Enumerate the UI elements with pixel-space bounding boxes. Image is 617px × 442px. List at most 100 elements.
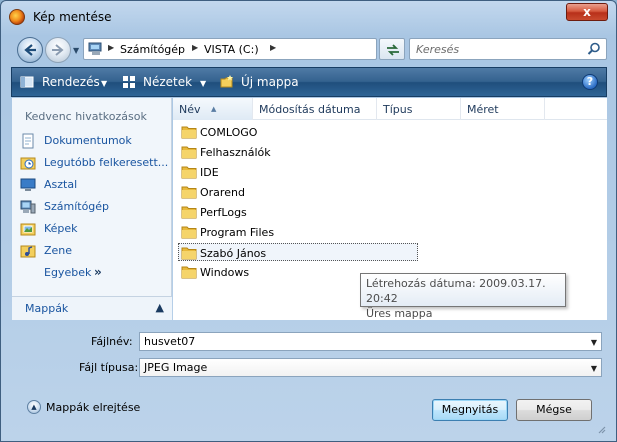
close-button[interactable]: x [566,3,608,21]
folder-icon [181,226,197,239]
folder-name: COMLOGO [200,126,258,139]
firefox-icon [9,9,25,25]
column-header-size[interactable]: Méret [461,98,545,120]
favorite-link-label: Képek [44,222,78,235]
column-header-type[interactable]: Típus [377,98,461,120]
music-icon [20,245,36,258]
folder-row[interactable]: Program Files [181,223,421,241]
chevron-up-icon: ▲ [155,301,164,314]
breadcrumb-separator-icon[interactable]: ▶ [270,43,276,52]
folders-label: Mappák [25,302,69,315]
folder-name: IDE [200,166,219,179]
pictures-icon [20,223,36,236]
favorite-link-pictures[interactable]: Képek [20,220,170,238]
back-arrow-icon [24,44,36,56]
recent-places-icon [20,157,36,170]
new-folder-button[interactable]: Új mappa [241,75,299,89]
folder-icon [181,247,197,260]
favorite-link-documents[interactable]: Dokumentumok [20,132,170,150]
filetype-value: JPEG Image [144,361,208,374]
folder-icon [181,186,197,199]
favorite-link-label: Asztal [44,178,78,191]
more-chevron-icon: » [94,265,102,279]
filetype-label: Fájl típusa: [79,361,139,374]
tooltip-created-date: Létrehozás dátuma: 2009.03.17. 20:42 [366,277,546,305]
folder-row[interactable]: PerfLogs [181,203,421,221]
favorite-links-pane: Kedvenc hivatkozások Dokumentumok Legutó… [12,98,172,320]
favorite-links-header: Kedvenc hivatkozások [25,110,147,123]
folder-row[interactable]: IDE [181,163,421,181]
recent-pages-dropdown-icon[interactable]: ▼ [73,46,79,55]
folder-info-tooltip: Létrehozás dátuma: 2009.03.17. 20:42 Üre… [360,273,566,320]
column-header-date-modified[interactable]: Módosítás dátuma [253,98,377,120]
favorite-link-computer[interactable]: Számítógép [20,198,170,216]
favorite-link-label: Dokumentumok [44,134,132,147]
folder-icon [181,166,197,179]
favorite-link-label: Legutóbb felkeresett... [44,156,169,169]
refresh-icon [387,44,399,56]
tooltip-folder-status: Üres mappa [366,307,433,320]
folder-row[interactable]: Orarend [181,183,421,201]
chevron-up-icon: ▲ [27,400,41,414]
resize-grip-icon[interactable] [596,424,606,434]
forward-arrow-icon [52,44,64,56]
column-header-label: Módosítás dátuma [259,103,361,116]
save-form: Fájlnév: husvet07 ▼ Fájl típusa: JPEG Im… [11,321,608,436]
folder-name: Felhasználók [200,146,271,159]
address-bar[interactable]: ▶ Számítógép ▶ VISTA (C:) ▶ [83,38,377,60]
forward-button[interactable] [45,37,71,63]
folder-name: Szabó János [200,247,267,260]
breadcrumb-separator-icon[interactable]: ▶ [108,43,114,52]
breadcrumb-drive[interactable]: VISTA (C:) [204,43,259,56]
refresh-button[interactable] [379,38,405,60]
favorite-link-recent-places[interactable]: Legutóbb felkeresett... [20,154,170,172]
hide-folders-label: Mappák elrejtése [46,401,141,414]
views-button[interactable]: Nézetek [143,75,192,89]
back-button[interactable] [17,37,43,63]
window-title: Kép mentése [33,10,112,24]
folders-toggle[interactable]: Mappák ▲ [12,296,172,320]
folder-icon [181,206,197,219]
breadcrumb-computer[interactable]: Számítógép [120,43,185,56]
breadcrumb-separator-icon[interactable]: ▶ [192,43,198,52]
title-bar[interactable]: Kép mentése x [1,1,616,33]
favorite-link-label: Egyebek [44,266,92,279]
folder-row-selected[interactable]: Szabó János [178,243,418,261]
desktop-icon [20,178,36,191]
computer-icon [20,200,36,214]
folder-icon [181,126,197,139]
chevron-down-icon[interactable]: ▼ [591,364,597,373]
column-header-label: Név [179,103,201,116]
search-icon[interactable] [587,42,601,56]
organize-icon [20,76,34,88]
organize-button[interactable]: Rendezés [42,75,100,89]
column-header-label: Méret [467,103,499,116]
folder-icon [181,146,197,159]
favorite-link-music[interactable]: Zene [20,242,170,260]
filename-input[interactable]: husvet07 ▼ [139,332,602,351]
views-dropdown-icon[interactable]: ▼ [200,79,206,88]
help-icon[interactable]: ? [582,74,598,90]
organize-dropdown-icon[interactable]: ▼ [101,79,107,88]
folder-name: Windows [200,266,250,279]
search-box[interactable]: Keresés [409,38,607,60]
filetype-select[interactable]: JPEG Image ▼ [139,358,602,377]
folder-name: Orarend [200,186,245,199]
new-folder-icon [220,75,233,88]
filename-value: husvet07 [144,335,196,348]
cancel-button[interactable]: Mégse [516,399,592,421]
folder-row[interactable]: Felhasználók [181,143,421,161]
favorite-link-label: Számítógép [44,200,110,213]
chevron-down-icon[interactable]: ▼ [591,338,597,347]
folder-icon [181,266,197,279]
folder-row[interactable]: COMLOGO [181,123,421,141]
views-icon [123,76,135,88]
favorite-link-label: Zene [44,244,73,257]
favorite-link-desktop[interactable]: Asztal [20,176,170,194]
save-button[interactable]: Megnyitás [432,399,508,421]
folder-name: Program Files [200,226,275,239]
column-header-name[interactable]: Név ▲ [173,98,253,120]
filename-label: Fájlnév: [91,335,133,348]
favorite-link-more[interactable]: Egyebek » [20,264,170,282]
folder-name: PerfLogs [200,206,247,219]
